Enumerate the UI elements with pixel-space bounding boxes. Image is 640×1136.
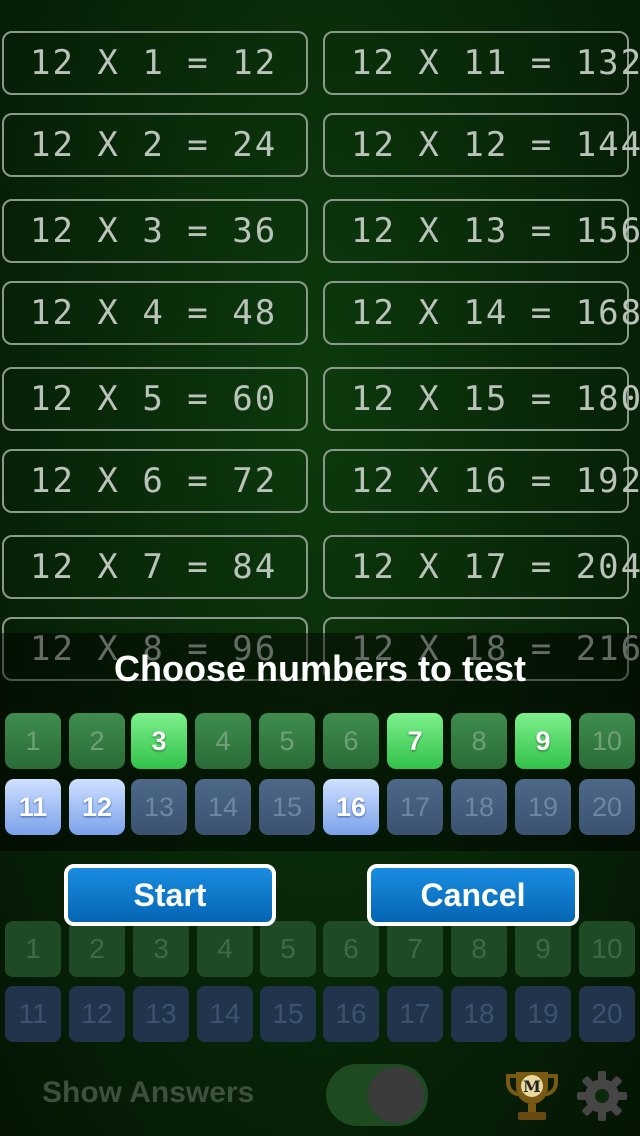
background-number-tile: 12 (69, 986, 125, 1042)
background-number-tile: 1 (5, 921, 61, 977)
number-tile-11[interactable]: 11 (5, 779, 61, 835)
background-number-tile: 10 (579, 921, 635, 977)
number-tile-8[interactable]: 8 (451, 713, 507, 769)
equation-right-5: 12 X 15 = 180 (323, 367, 640, 431)
start-button[interactable]: Start (64, 864, 276, 926)
number-tile-7[interactable]: 7 (387, 713, 443, 769)
show-answers-toggle[interactable] (326, 1064, 428, 1126)
background-number-tile: 9 (515, 921, 571, 977)
equation-right-1: 12 X 11 = 132 (323, 31, 640, 95)
trophy-icon[interactable]: M (502, 1066, 562, 1124)
background-number-tile: 7 (387, 921, 443, 977)
equation-left-7: 12 X 7 = 84 (2, 535, 308, 599)
background-number-tile: 5 (260, 921, 316, 977)
number-tile-20[interactable]: 20 (579, 779, 635, 835)
number-tile-6[interactable]: 6 (323, 713, 379, 769)
dialog-title: Choose numbers to test (113, 648, 527, 689)
number-tile-1[interactable]: 1 (5, 713, 61, 769)
background-number-tile: 18 (451, 986, 507, 1042)
number-tile-16[interactable]: 16 (323, 779, 379, 835)
number-tile-18[interactable]: 18 (451, 779, 507, 835)
background-number-tile: 3 (133, 921, 189, 977)
number-tile-4[interactable]: 4 (195, 713, 251, 769)
background-number-tile: 6 (323, 921, 379, 977)
background-number-tile: 13 (133, 986, 189, 1042)
background-number-tile: 19 (515, 986, 571, 1042)
number-tile-14[interactable]: 14 (195, 779, 251, 835)
number-tile-5[interactable]: 5 (259, 713, 315, 769)
equation-right-7: 12 X 17 = 204 (323, 535, 640, 599)
background-number-tile: 4 (197, 921, 253, 977)
background-number-tile: 17 (387, 986, 443, 1042)
equation-right-3: 12 X 13 = 156 (323, 199, 640, 263)
number-tile-2[interactable]: 2 (69, 713, 125, 769)
equation-left-5: 12 X 5 = 60 (2, 367, 308, 431)
number-tile-3[interactable]: 3 (131, 713, 187, 769)
background-number-tile: 15 (260, 986, 316, 1042)
equation-left-2: 12 X 2 = 24 (2, 113, 308, 177)
background-number-tile: 11 (5, 986, 61, 1042)
background-number-tile: 8 (451, 921, 507, 977)
svg-text:M: M (523, 1077, 541, 1096)
equation-left-1: 12 X 1 = 12 (2, 31, 308, 95)
show-answers-label: Show Answers (42, 1076, 255, 1109)
background-number-tile: 16 (323, 986, 379, 1042)
equation-right-4: 12 X 14 = 168 (323, 281, 640, 345)
equation-left-3: 12 X 3 = 36 (2, 199, 308, 263)
background-number-tile: 14 (197, 986, 253, 1042)
number-tile-9[interactable]: 9 (515, 713, 571, 769)
number-tile-13[interactable]: 13 (131, 779, 187, 835)
background-number-tile: 2 (69, 921, 125, 977)
toggle-knob (368, 1067, 424, 1123)
equation-left-4: 12 X 4 = 48 (2, 281, 308, 345)
number-tile-10[interactable]: 10 (579, 713, 635, 769)
number-tile-17[interactable]: 17 (387, 779, 443, 835)
equation-right-6: 12 X 16 = 192 (323, 449, 640, 513)
number-tile-19[interactable]: 19 (515, 779, 571, 835)
equation-left-6: 12 X 6 = 72 (2, 449, 308, 513)
number-tile-12[interactable]: 12 (69, 779, 125, 835)
equation-right-2: 12 X 12 = 144 (323, 113, 640, 177)
number-tile-15[interactable]: 15 (259, 779, 315, 835)
background-number-tile: 20 (579, 986, 635, 1042)
cancel-button[interactable]: Cancel (367, 864, 579, 926)
gear-icon[interactable] (576, 1070, 628, 1122)
